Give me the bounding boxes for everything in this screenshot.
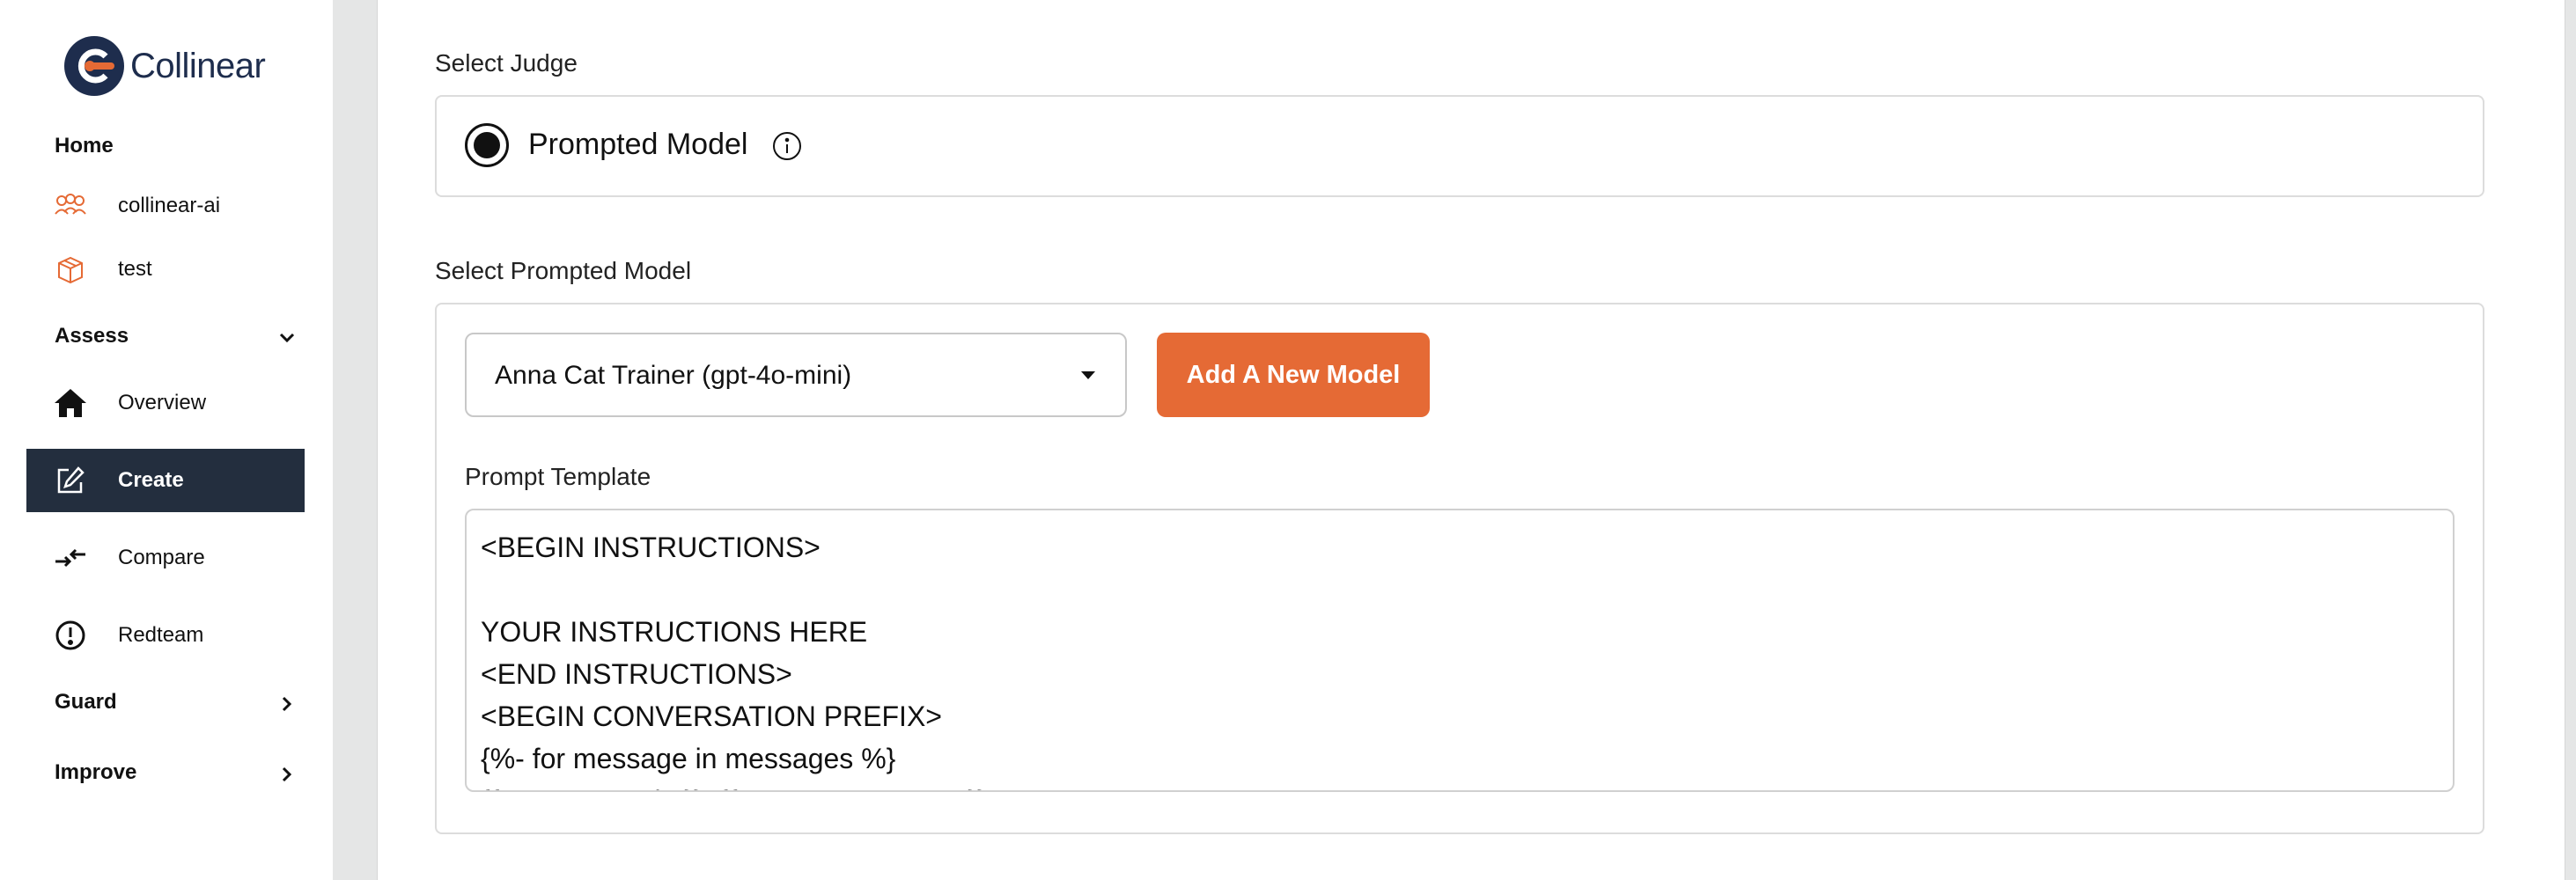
prompt-line: <BEGIN INSTRUCTIONS> bbox=[481, 532, 821, 563]
workspace-label: test bbox=[118, 257, 152, 281]
team-icon bbox=[53, 188, 88, 224]
home-icon bbox=[53, 385, 88, 421]
nav-item-create[interactable]: Create bbox=[26, 449, 305, 512]
compare-arrows-icon bbox=[53, 540, 88, 576]
select-judge-label: Select Judge bbox=[435, 49, 578, 77]
edit-icon bbox=[53, 463, 88, 498]
nav-item-label: Compare bbox=[118, 546, 205, 569]
nav-item-label: Redteam bbox=[118, 623, 204, 647]
sidebar: Collinear Home collinear-ai test Assess … bbox=[0, 0, 333, 880]
nav-item-compare[interactable]: Compare bbox=[26, 526, 305, 590]
caret-down-icon bbox=[1081, 371, 1095, 379]
nav-guard[interactable]: Guard bbox=[55, 690, 117, 715]
select-prompted-model-label: Select Prompted Model bbox=[435, 257, 692, 284]
add-new-model-button[interactable]: Add A New Model bbox=[1157, 333, 1430, 417]
chevron-right-icon[interactable] bbox=[275, 762, 299, 787]
prompt-line: {%- for message in messages %} bbox=[481, 743, 896, 774]
prompt-template-label: Prompt Template bbox=[465, 463, 651, 490]
nav-assess[interactable]: Assess bbox=[55, 324, 129, 348]
prompt-line bbox=[481, 568, 2439, 611]
nav-item-overview[interactable]: Overview bbox=[26, 371, 305, 435]
model-select[interactable]: Anna Cat Trainer (gpt-4o-mini) bbox=[465, 333, 1127, 417]
prompt-template-textarea[interactable]: <BEGIN INSTRUCTIONS> YOUR INSTRUCTIONS H… bbox=[465, 509, 2455, 792]
nav-item-label: Create bbox=[118, 468, 184, 492]
collinear-logo-icon bbox=[64, 36, 124, 96]
workspace-item-collinear-ai[interactable]: collinear-ai bbox=[26, 174, 305, 238]
prompted-model-radio[interactable] bbox=[465, 123, 509, 167]
logo[interactable]: Collinear bbox=[63, 35, 266, 97]
box-icon bbox=[53, 252, 88, 287]
nav-item-redteam[interactable]: Redteam bbox=[26, 604, 305, 667]
chevron-down-icon[interactable] bbox=[275, 326, 299, 350]
prompt-line: YOUR INSTRUCTIONS HERE bbox=[481, 616, 868, 648]
nav-home[interactable]: Home bbox=[55, 134, 114, 158]
logo-text: Collinear bbox=[130, 46, 266, 85]
info-icon[interactable] bbox=[771, 130, 803, 162]
chevron-right-icon[interactable] bbox=[275, 692, 299, 716]
prompt-line: <END INSTRUCTIONS> bbox=[481, 658, 792, 690]
model-select-value: Anna Cat Trainer (gpt-4o-mini) bbox=[495, 361, 852, 390]
alert-circle-icon bbox=[53, 618, 88, 653]
prompt-line: <BEGIN CONVERSATION PREFIX> bbox=[481, 700, 942, 732]
workspace-item-test[interactable]: test bbox=[26, 238, 305, 301]
prompt-line: {{ message.role }}: {{ message.content }… bbox=[481, 780, 2439, 790]
prompted-model-radio-label[interactable]: Prompted Model bbox=[528, 128, 747, 162]
radio-dot bbox=[474, 132, 500, 158]
workspace-label: collinear-ai bbox=[118, 194, 221, 217]
nav-item-label: Overview bbox=[118, 391, 207, 414]
nav-improve[interactable]: Improve bbox=[55, 760, 136, 785]
